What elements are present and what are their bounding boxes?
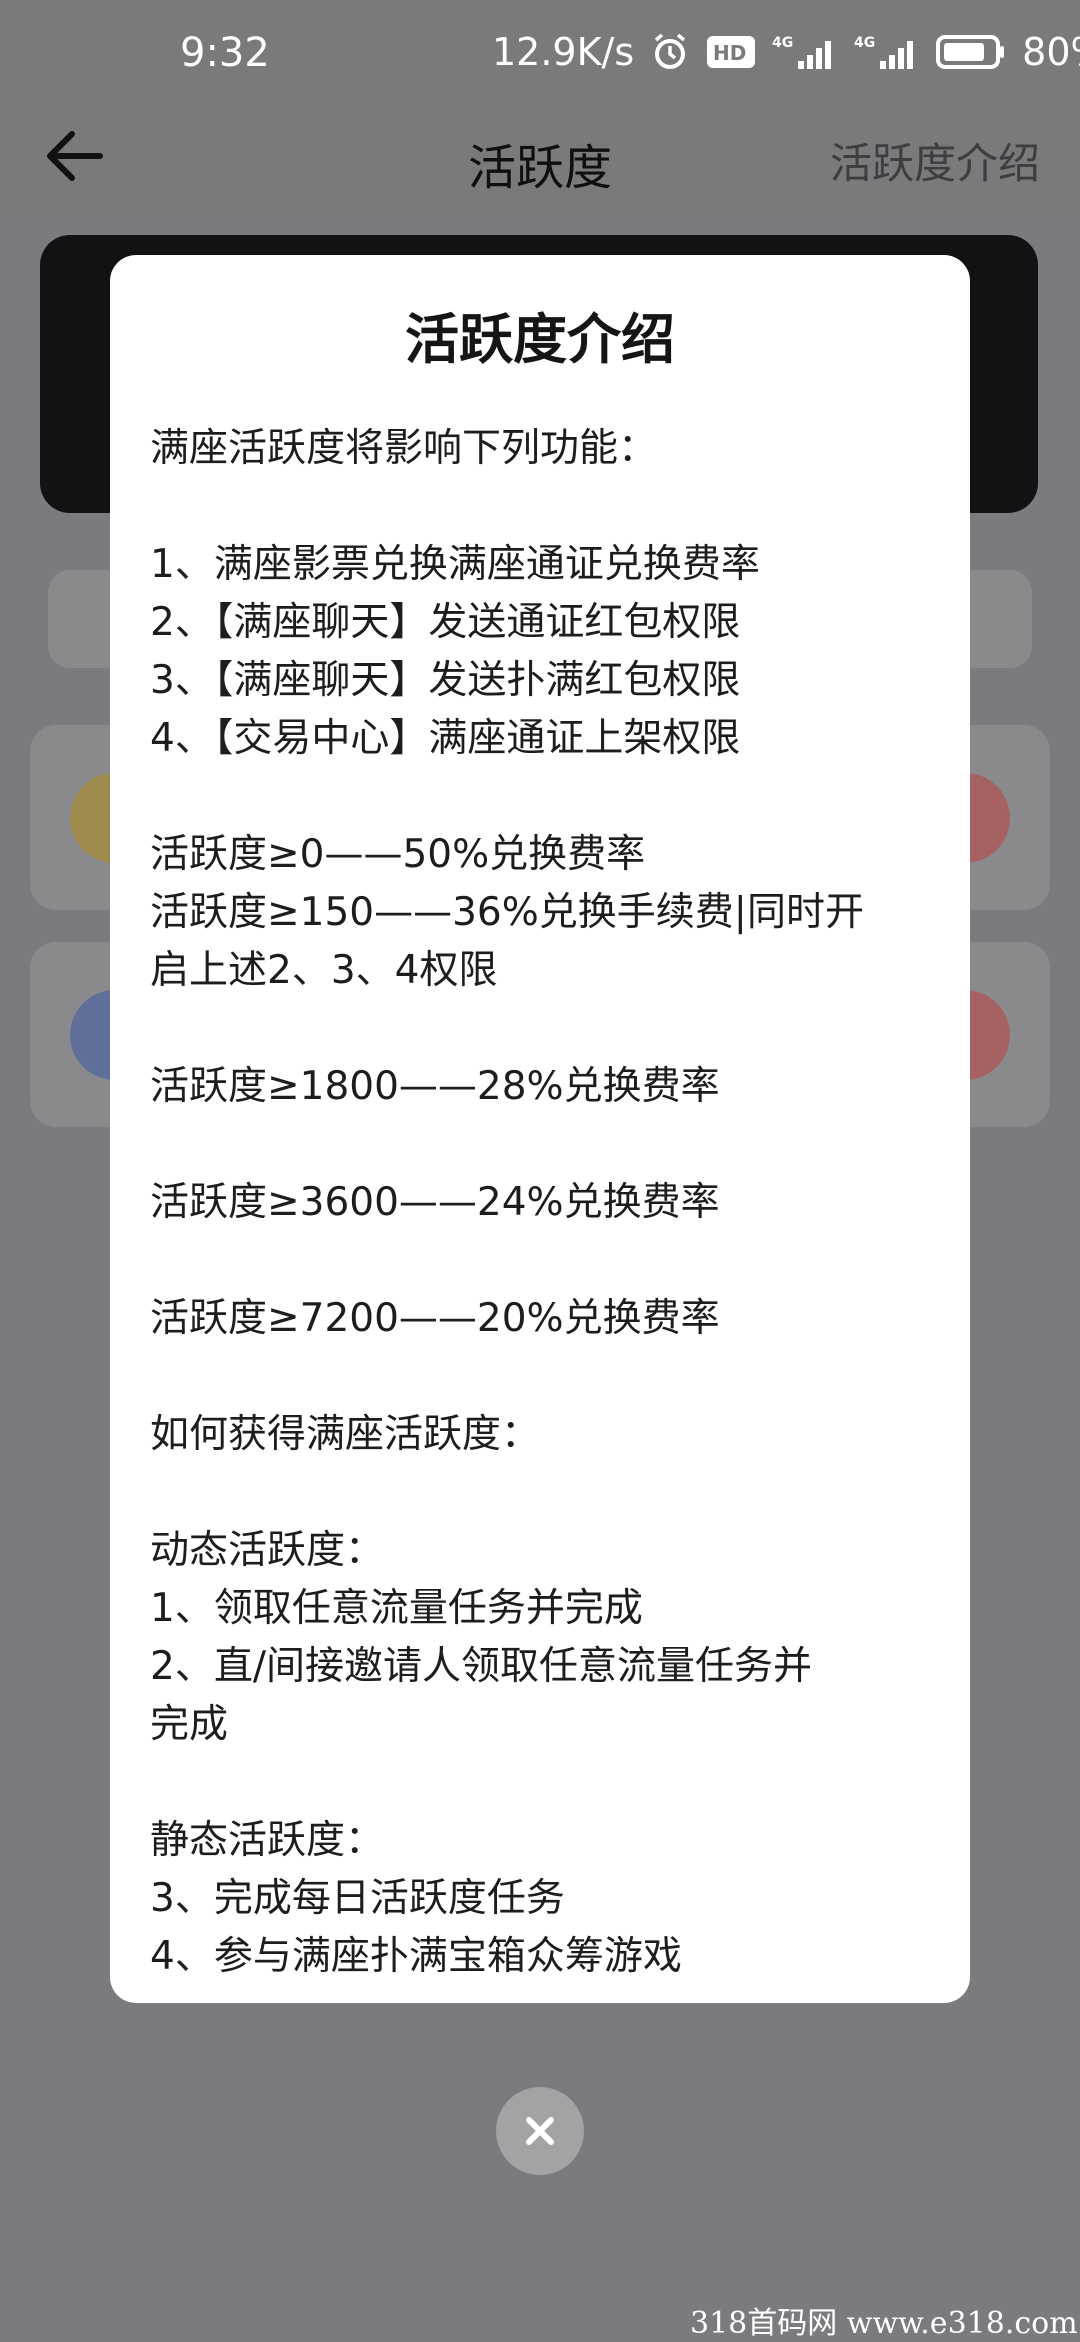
dialog-text-line: 3、完成每日活跃度任务 <box>150 1876 565 1921</box>
dialog-text-line <box>150 1348 950 1406</box>
status-bar: 9:32 12.9K/s HD 4G 4G 80 <box>0 0 1080 110</box>
svg-text:HD: HD <box>713 41 746 65</box>
battery-level: 80% <box>1022 30 1080 74</box>
dialog-text-line <box>150 1232 950 1290</box>
dialog-text-line: 动态活跃度： <box>150 1528 385 1573</box>
dialog-text-line: 1、满座影票兑换满座通证兑换费率 <box>150 542 760 587</box>
intro-dialog: 活跃度介绍 满座活跃度将影响下列功能： 1、满座影票兑换满座通证兑换费率 2、【… <box>110 255 970 2003</box>
dialog-text-line <box>150 1116 950 1174</box>
intro-link[interactable]: 活跃度介绍 <box>830 130 1040 191</box>
dialog-text-line: 活跃度≥150——36%兑换手续费|同时开 <box>150 890 864 935</box>
watermark: 318首码网 www.e318.com <box>690 2298 1078 2342</box>
dialog-text-line: 满座活跃度将影响下列功能： <box>150 426 658 471</box>
dialog-text-line <box>150 768 950 826</box>
dialog-text-line: 4、参与满座扑满宝箱众筹游戏 <box>150 1934 682 1979</box>
dialog-text-line: 完成 <box>150 1702 229 1747</box>
alarm-icon <box>655 33 686 69</box>
dialog-text-line <box>150 1000 950 1058</box>
signal-4g-icon: 4G <box>854 35 914 69</box>
dialog-text-line: 3、【满座聊天】发送扑满红包权限 <box>150 658 741 703</box>
dialog-text-line: 活跃度≥3600——24%兑换费率 <box>150 1180 720 1225</box>
svg-text:4G: 4G <box>854 35 875 51</box>
dialog-text-line <box>150 1464 950 1522</box>
close-button[interactable] <box>496 2087 584 2175</box>
dialog-text-line: 2、【满座聊天】发送通证红包权限 <box>150 600 741 645</box>
dialog-text-line: 4、【交易中心】满座通证上架权限 <box>150 716 741 761</box>
dialog-title: 活跃度介绍 <box>405 308 675 371</box>
app-bar: 活跃度 活跃度介绍 <box>0 110 1080 220</box>
status-icons: 12.9K/s HD 4G 4G 80% <box>492 30 1080 74</box>
dialog-text-line: 活跃度≥1800——28%兑换费率 <box>150 1064 720 1109</box>
dialog-text-line <box>150 478 950 536</box>
dialog-text-line: 2、直/间接邀请人领取任意流量任务并 <box>150 1644 812 1689</box>
dialog-text-line: 如何获得满座活跃度： <box>150 1412 541 1457</box>
dialog-text-line: 活跃度≥7200——20%兑换费率 <box>150 1296 720 1341</box>
dialog-body: 满座活跃度将影响下列功能： 1、满座影票兑换满座通证兑换费率 2、【满座聊天】发… <box>150 420 950 1986</box>
network-speed: 12.9K/s <box>492 30 635 74</box>
dialog-text-line: 静态活跃度： <box>150 1818 385 1863</box>
dialog-text-line <box>150 1754 950 1812</box>
dialog-text-line: 活跃度≥0——50%兑换费率 <box>150 832 646 877</box>
hd-icon: HD <box>707 36 756 68</box>
status-time: 9:32 <box>180 30 270 76</box>
battery-icon <box>936 35 1005 69</box>
signal-4g-icon: 4G <box>772 35 832 69</box>
dialog-text-line: 启上述2、3、4权限 <box>150 948 498 993</box>
dialog-text-line: 1、领取任意流量任务并完成 <box>150 1586 643 1631</box>
close-icon <box>526 2117 554 2145</box>
svg-text:4G: 4G <box>772 35 793 51</box>
